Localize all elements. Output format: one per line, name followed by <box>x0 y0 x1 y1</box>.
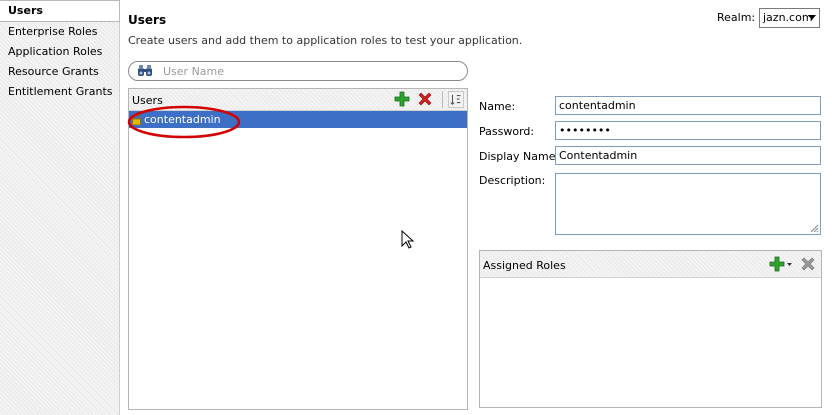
search-box[interactable] <box>128 61 468 81</box>
page-title: Users <box>128 13 167 27</box>
toolbar-separator <box>442 91 443 108</box>
users-list-header-label: Users <box>132 94 163 107</box>
nav-item-entitlement-grants[interactable]: Entitlement Grants <box>0 82 119 102</box>
assigned-roles-header-label: Assigned Roles <box>483 259 566 272</box>
assigned-roles-panel: Assigned Roles <box>479 250 822 408</box>
user-name: contentadmin <box>144 113 221 126</box>
main-panel: Users Create users and add them to appli… <box>121 0 832 415</box>
nav-item-enterprise-roles[interactable]: Enterprise Roles <box>0 22 119 42</box>
delete-icon[interactable] <box>417 91 433 107</box>
nav-item-application-roles[interactable]: Application Roles <box>0 42 119 62</box>
remove-icon[interactable] <box>800 256 816 272</box>
realm-select[interactable]: jazn.com <box>759 8 820 28</box>
realm-label: Realm: <box>717 11 756 24</box>
sort-icon[interactable] <box>448 91 464 108</box>
users-list-panel: Users contentadmin <box>128 88 468 410</box>
resize-grip-icon[interactable] <box>809 223 819 233</box>
name-field[interactable]: contentadmin <box>555 96 821 115</box>
add-icon[interactable] <box>394 91 410 107</box>
lock-icon <box>132 114 141 125</box>
display-name-label: Display Name: <box>479 150 560 163</box>
description-label: Description: <box>479 174 546 187</box>
add-dropdown-icon[interactable] <box>769 256 793 272</box>
chevron-down-icon <box>808 15 816 20</box>
realm-select-value: jazn.com <box>763 11 813 24</box>
page-subtitle: Create users and add them to application… <box>128 34 523 47</box>
password-label: Password: <box>479 125 535 138</box>
nav-item-users[interactable]: Users <box>0 0 120 22</box>
password-field[interactable]: •••••••• <box>555 121 821 140</box>
table-row[interactable]: contentadmin <box>129 111 467 128</box>
name-label: Name: <box>479 100 516 113</box>
display-name-field[interactable]: Contentadmin <box>555 146 821 165</box>
assigned-roles-header: Assigned Roles <box>480 251 821 278</box>
nav-item-resource-grants[interactable]: Resource Grants <box>0 62 119 82</box>
search-input[interactable] <box>161 63 461 79</box>
binoculars-icon <box>138 65 152 76</box>
left-navigation: Users Enterprise Roles Application Roles… <box>0 0 120 415</box>
description-field[interactable] <box>555 173 821 235</box>
users-list-header: Users <box>129 89 467 111</box>
